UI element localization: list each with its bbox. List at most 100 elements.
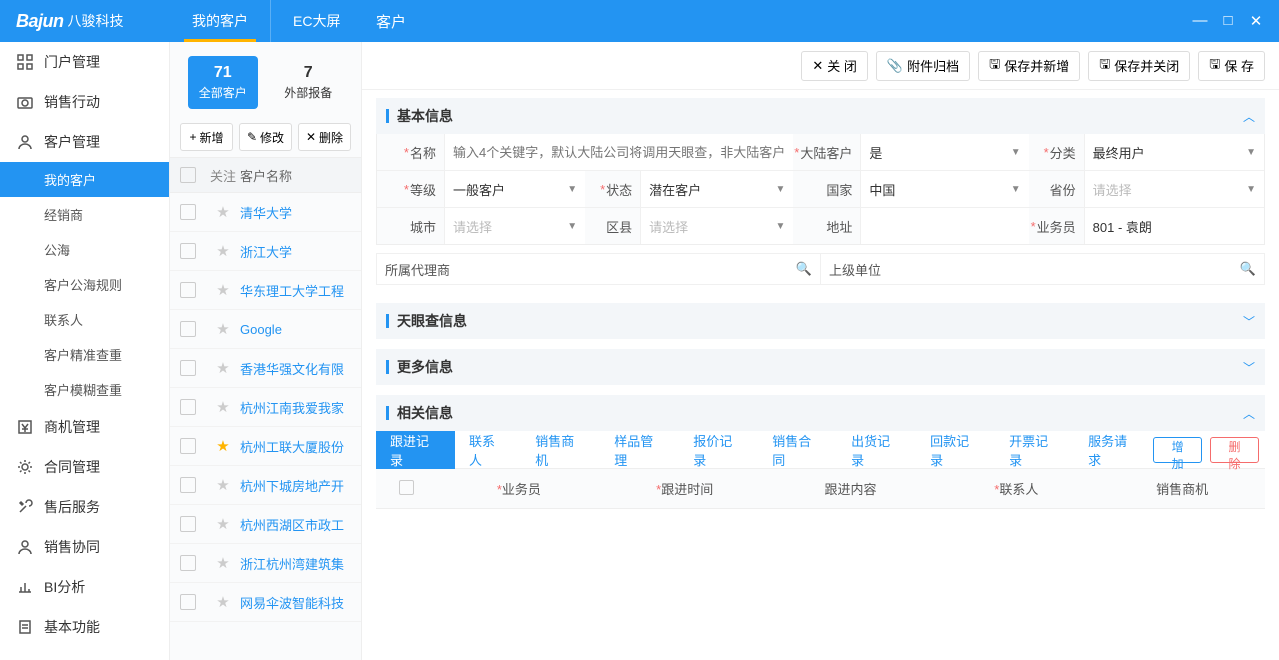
rel-tab[interactable]: 样品管理 bbox=[600, 431, 679, 469]
count-tab-external[interactable]: 7外部报备 bbox=[273, 56, 343, 109]
rel-select-all[interactable] bbox=[376, 480, 436, 498]
customer-name-link[interactable]: 清华大学 bbox=[240, 203, 351, 222]
chevron-down-icon[interactable]: ﹀ bbox=[1243, 313, 1255, 330]
rel-tab[interactable]: 销售合同 bbox=[758, 431, 837, 469]
star-icon[interactable]: ★ bbox=[216, 438, 229, 455]
star-icon[interactable]: ★ bbox=[216, 555, 229, 572]
section-more-header[interactable]: 更多信息﹀ bbox=[376, 349, 1265, 385]
category-select[interactable]: 最终用户▼ bbox=[1085, 143, 1264, 162]
list-row[interactable]: ★ 华东理工大学工程 bbox=[170, 271, 361, 310]
city-select[interactable]: 请选择▼ bbox=[445, 217, 585, 236]
search-icon[interactable]: 🔍 bbox=[796, 261, 812, 277]
row-checkbox[interactable] bbox=[180, 243, 196, 259]
list-row[interactable]: ★ 浙江杭州湾建筑集 bbox=[170, 544, 361, 583]
maximize-icon[interactable]: □ bbox=[1219, 12, 1237, 30]
nav-sub-dealer[interactable]: 经销商 bbox=[0, 197, 169, 232]
save-new-button[interactable]: 🖫保存并新增 bbox=[978, 51, 1080, 81]
related-del-button[interactable]: 删除 bbox=[1210, 437, 1259, 463]
chevron-up-icon[interactable]: ︿ bbox=[1243, 405, 1255, 422]
row-checkbox[interactable] bbox=[180, 516, 196, 532]
chevron-up-icon[interactable]: ︿ bbox=[1243, 108, 1255, 125]
star-icon[interactable]: ★ bbox=[216, 360, 229, 377]
nav-sub-contacts[interactable]: 联系人 bbox=[0, 302, 169, 337]
nav-sub-dedup-fuzzy[interactable]: 客户模糊查重 bbox=[0, 372, 169, 407]
star-icon[interactable]: ★ bbox=[216, 477, 229, 494]
nav-sub-sea-rule[interactable]: 客户公海规则 bbox=[0, 267, 169, 302]
rel-tab[interactable]: 联系人 bbox=[455, 431, 521, 469]
nav-sub-sea[interactable]: 公海 bbox=[0, 232, 169, 267]
chevron-down-icon[interactable]: ﹀ bbox=[1243, 359, 1255, 376]
nav-portal[interactable]: 门户管理 bbox=[0, 42, 169, 82]
customer-name-link[interactable]: 杭州江南我爱我家 bbox=[240, 398, 351, 417]
select-all-checkbox[interactable] bbox=[180, 167, 196, 183]
list-row[interactable]: ★网易伞波智能科技 bbox=[170, 583, 361, 622]
save-button[interactable]: 🖫保 存 bbox=[1198, 51, 1265, 81]
customer-name-link[interactable]: 杭州工联大厦股份 bbox=[240, 437, 351, 456]
related-add-button[interactable]: 增加 bbox=[1153, 437, 1202, 463]
row-checkbox[interactable] bbox=[180, 321, 196, 337]
edit-button[interactable]: ✎修改 bbox=[239, 123, 292, 151]
star-icon[interactable]: ★ bbox=[216, 282, 229, 299]
topnav-tab-my-customers[interactable]: 我的客户 bbox=[170, 0, 270, 42]
count-tab-all[interactable]: 71全部客户 bbox=[188, 56, 258, 109]
customer-name-link[interactable]: 杭州下城房地产开 bbox=[240, 476, 351, 495]
rel-tab[interactable]: 报价记录 bbox=[679, 431, 758, 469]
row-checkbox[interactable] bbox=[180, 204, 196, 220]
customer-name-link[interactable]: 华东理工大学工程 bbox=[240, 281, 351, 300]
close-icon[interactable]: ✕ bbox=[1247, 12, 1265, 30]
nav-sub-dedup-exact[interactable]: 客户精准查重 bbox=[0, 337, 169, 372]
salesman-field[interactable]: 801 - 袁朗 bbox=[1085, 217, 1264, 236]
rel-tab[interactable]: 销售商机 bbox=[521, 431, 600, 469]
add-button[interactable]: +新增 bbox=[180, 123, 233, 151]
status-select[interactable]: 潜在客户▼ bbox=[641, 180, 793, 199]
rel-tab[interactable]: 开票记录 bbox=[995, 431, 1074, 469]
row-checkbox[interactable] bbox=[180, 399, 196, 415]
nav-bi[interactable]: BI分析 bbox=[0, 567, 169, 607]
section-related-header[interactable]: 相关信息︿ bbox=[376, 395, 1265, 431]
list-row[interactable]: ★ 清华大学 bbox=[170, 193, 361, 232]
address-input[interactable] bbox=[869, 219, 1020, 234]
nav-contract[interactable]: 合同管理 bbox=[0, 447, 169, 487]
star-icon[interactable]: ★ bbox=[216, 399, 229, 416]
topnav-tab-ec[interactable]: EC大屏 bbox=[270, 0, 362, 42]
customer-name-link[interactable]: 杭州西湖区市政工 bbox=[240, 515, 351, 534]
rel-tab[interactable]: 服务请求 bbox=[1074, 431, 1153, 469]
nav-customer-mgmt[interactable]: 客户管理 bbox=[0, 122, 169, 162]
row-checkbox[interactable] bbox=[180, 438, 196, 454]
search-icon[interactable]: 🔍 bbox=[1240, 261, 1256, 277]
country-select[interactable]: 中国▼ bbox=[861, 180, 1028, 199]
name-input[interactable] bbox=[453, 145, 785, 160]
district-select[interactable]: 请选择▼ bbox=[641, 217, 793, 236]
nav-sub-my-customers[interactable]: 我的客户 bbox=[0, 162, 169, 197]
nav-basic[interactable]: 基本功能 bbox=[0, 607, 169, 647]
list-row[interactable]: ★ 香港华强文化有限 bbox=[170, 349, 361, 388]
customer-name-link[interactable]: 浙江杭州湾建筑集 bbox=[240, 554, 351, 573]
list-row[interactable]: ★ 杭州江南我爱我家 bbox=[170, 388, 361, 427]
list-row[interactable]: ★ 杭州工联大厦股份 bbox=[170, 427, 361, 466]
customer-name-link[interactable]: 网易伞波智能科技 bbox=[240, 593, 351, 612]
row-checkbox[interactable] bbox=[180, 594, 196, 610]
star-icon[interactable]: ★ bbox=[216, 321, 229, 338]
section-basic-header[interactable]: 基本信息︿ bbox=[376, 98, 1265, 134]
parent-lookup[interactable]: 上级单位🔍 bbox=[821, 253, 1265, 285]
row-checkbox[interactable] bbox=[180, 360, 196, 376]
nav-sales-collab[interactable]: 销售协同 bbox=[0, 527, 169, 567]
list-row[interactable]: ★ 杭州西湖区市政工 bbox=[170, 505, 361, 544]
archive-button[interactable]: 📎附件归档 bbox=[876, 51, 970, 81]
level-select[interactable]: 一般客户▼ bbox=[445, 180, 585, 199]
row-checkbox[interactable] bbox=[180, 477, 196, 493]
customer-name-link[interactable]: Google bbox=[240, 322, 351, 337]
row-checkbox[interactable] bbox=[180, 555, 196, 571]
star-icon[interactable]: ★ bbox=[216, 516, 229, 533]
nav-opportunity[interactable]: 商机管理 bbox=[0, 407, 169, 447]
province-select[interactable]: 请选择▼ bbox=[1085, 180, 1264, 199]
customer-name-link[interactable]: 香港华强文化有限 bbox=[240, 359, 351, 378]
star-icon[interactable]: ★ bbox=[216, 204, 229, 221]
minimize-icon[interactable]: — bbox=[1191, 12, 1209, 30]
section-tianyan-header[interactable]: 天眼查信息﹀ bbox=[376, 303, 1265, 339]
nav-sales-action[interactable]: 销售行动 bbox=[0, 82, 169, 122]
rel-tab[interactable]: 跟进记录 bbox=[376, 431, 455, 469]
delete-button[interactable]: ✕删除 bbox=[298, 123, 351, 151]
agent-lookup[interactable]: 所属代理商🔍 bbox=[376, 253, 821, 285]
save-close-button[interactable]: 🖫保存并关闭 bbox=[1088, 51, 1190, 81]
